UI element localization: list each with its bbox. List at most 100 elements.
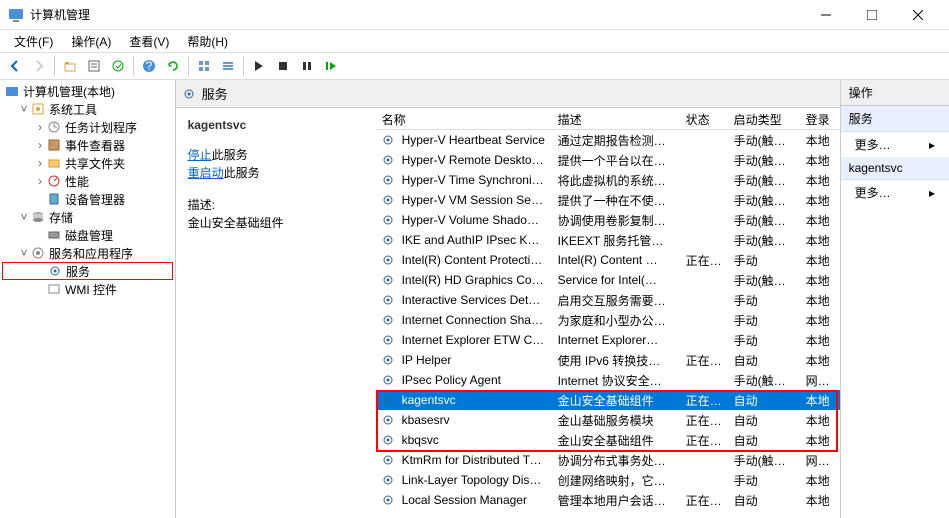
export-button[interactable] <box>107 55 129 77</box>
service-row[interactable]: kbqsvc金山安全基础组件正在…自动本地 <box>376 430 840 450</box>
menu-view[interactable]: 查看(V) <box>121 31 177 52</box>
service-row[interactable]: Hyper-V Heartbeat Service通过定期报告检测…手动(触发…… <box>376 130 840 150</box>
up-button[interactable] <box>59 55 81 77</box>
tree-storage[interactable]: ˅存储 <box>2 208 173 226</box>
service-row[interactable]: Link-Layer Topology Disc…创建网络映射，它…手动本地 <box>376 470 840 490</box>
cell-desc: 协调分布式事务处… <box>552 452 680 469</box>
cell-desc: 协调使用卷影复制… <box>552 212 680 229</box>
cell-logon: 本地 <box>800 412 840 429</box>
stop-service-link[interactable]: 停止 <box>188 148 212 162</box>
back-button[interactable] <box>4 55 26 77</box>
gear-icon <box>380 392 396 408</box>
properties-button[interactable] <box>83 55 105 77</box>
cell-desc: 启用交互服务需要… <box>552 292 680 309</box>
cell-name: Intel(R) HD Graphics Con… <box>396 273 552 287</box>
tree-systools[interactable]: ˅系统工具 <box>2 100 173 118</box>
view1-button[interactable] <box>193 55 215 77</box>
service-row[interactable]: Hyper-V Volume Shadow…协调使用卷影复制…手动(触发…本地 <box>376 210 840 230</box>
service-row[interactable]: Intel(R) Content Protectio…Intel(R) Cont… <box>376 250 840 270</box>
tree-devmgr[interactable]: 设备管理器 <box>2 190 173 208</box>
tree-tasksched[interactable]: ›任务计划程序 <box>2 118 173 136</box>
cell-logon: 本地 <box>800 212 840 229</box>
window-title: 计算机管理 <box>30 6 803 23</box>
cell-logon: 本地 <box>800 472 840 489</box>
service-row[interactable]: KtmRm for Distributed Tr…协调分布式事务处…手动(触发…… <box>376 450 840 470</box>
cell-startup: 自动 <box>728 492 800 509</box>
cell-name: IPsec Policy Agent <box>396 373 552 387</box>
tree-root[interactable]: 计算机管理(本地) <box>2 82 173 100</box>
col-status[interactable]: 状态 <box>680 108 728 129</box>
cell-startup: 手动 <box>728 252 800 269</box>
tree-services[interactable]: 服务 <box>2 262 173 280</box>
service-row[interactable]: Hyper-V Time Synchroniz…将此虚拟机的系统…手动(触发…本… <box>376 170 840 190</box>
actions-more-1[interactable]: 更多…▸ <box>841 132 949 157</box>
forward-button[interactable] <box>28 55 50 77</box>
tree-diskmgmt[interactable]: 磁盘管理 <box>2 226 173 244</box>
service-row[interactable]: Local Session Manager管理本地用户会话…正在…自动本地 <box>376 490 840 510</box>
restart-button[interactable] <box>320 55 342 77</box>
service-row[interactable]: Internet Connection Shari…为家庭和小型办公…手动本地 <box>376 310 840 330</box>
service-row[interactable]: IP Helper使用 IPv6 转换技…正在…自动本地 <box>376 350 840 370</box>
col-desc[interactable]: 描述 <box>552 108 680 129</box>
navigation-tree[interactable]: 计算机管理(本地) ˅系统工具 ›任务计划程序 ›事件查看器 ›共享文件夹 ›性… <box>0 80 176 518</box>
cell-name: Interactive Services Dete… <box>396 293 552 307</box>
help-button[interactable]: ? <box>138 55 160 77</box>
refresh-button[interactable] <box>162 55 184 77</box>
col-startup[interactable]: 启动类型 <box>728 108 800 129</box>
toolbar: ? <box>0 52 949 80</box>
actions-section-selected[interactable]: kagentsvc <box>841 157 949 180</box>
gear-icon <box>182 87 196 101</box>
service-row[interactable]: Intel(R) HD Graphics Con…Service for Int… <box>376 270 840 290</box>
service-row[interactable]: Hyper-V VM Session Ser…提供了一种在不使…手动(触发…本地 <box>376 190 840 210</box>
cell-name: IP Helper <box>396 353 552 367</box>
menu-help[interactable]: 帮助(H) <box>179 31 236 52</box>
service-row[interactable]: Interactive Services Dete…启用交互服务需要…手动本地 <box>376 290 840 310</box>
service-row[interactable]: kbasesrv金山基础服务模块正在…自动本地 <box>376 410 840 430</box>
cell-desc: 提供一个平台以在… <box>552 152 680 169</box>
center-title: 服务 <box>202 84 228 103</box>
app-icon <box>8 7 24 23</box>
cell-logon: 本地 <box>800 272 840 289</box>
tree-svcapps[interactable]: ˅服务和应用程序 <box>2 244 173 262</box>
cell-startup: 自动 <box>728 352 800 369</box>
restart-service-link[interactable]: 重启动 <box>188 166 224 180</box>
service-row[interactable]: IPsec Policy AgentInternet 协议安全…手动(触发…网络… <box>376 370 840 390</box>
cell-status: 正在… <box>680 352 728 369</box>
minimize-button[interactable] <box>803 0 849 30</box>
service-row[interactable]: Internet Explorer ETW C…Internet Explore… <box>376 330 840 350</box>
menu-action[interactable]: 操作(A) <box>63 31 119 52</box>
cell-startup: 自动 <box>728 412 800 429</box>
cell-startup: 手动 <box>728 292 800 309</box>
tree-shared[interactable]: ›共享文件夹 <box>2 154 173 172</box>
pause-button[interactable] <box>296 55 318 77</box>
titlebar: 计算机管理 <box>0 0 949 30</box>
cell-name: Hyper-V VM Session Ser… <box>396 193 552 207</box>
play-button[interactable] <box>248 55 270 77</box>
actions-section-services[interactable]: 服务 <box>841 106 949 132</box>
col-name[interactable]: 名称 <box>376 108 552 129</box>
gear-icon <box>380 192 396 208</box>
cell-startup: 手动(触发… <box>728 152 800 169</box>
service-row[interactable]: kagentsvc金山安全基础组件正在…自动本地 <box>376 390 840 410</box>
cell-startup: 手动(触发… <box>728 212 800 229</box>
service-row[interactable]: Hyper-V Remote Deskto…提供一个平台以在…手动(触发…本地 <box>376 150 840 170</box>
tree-eventvwr[interactable]: ›事件查看器 <box>2 136 173 154</box>
desc-label: 描述: <box>188 198 215 212</box>
cell-name: IKE and AuthIP IPsec Key… <box>396 233 552 247</box>
stop-button[interactable] <box>272 55 294 77</box>
cell-status: 正在… <box>680 252 728 269</box>
close-button[interactable] <box>895 0 941 30</box>
col-logon[interactable]: 登录 <box>800 108 840 129</box>
tree-wmi[interactable]: WMI 控件 <box>2 280 173 298</box>
tree-perf[interactable]: ›性能 <box>2 172 173 190</box>
view2-button[interactable] <box>217 55 239 77</box>
services-list[interactable]: 名称 描述 状态 启动类型 登录 Hyper-V Heartbeat Servi… <box>376 108 840 518</box>
service-row[interactable]: IKE and AuthIP IPsec Key…IKEEXT 服务托管…手动(… <box>376 230 840 250</box>
menu-file[interactable]: 文件(F) <box>6 31 61 52</box>
gear-icon <box>380 132 396 148</box>
gear-icon <box>380 332 396 348</box>
actions-more-2[interactable]: 更多…▸ <box>841 180 949 205</box>
gear-icon <box>380 412 396 428</box>
maximize-button[interactable] <box>849 0 895 30</box>
cell-desc: 创建网络映射，它… <box>552 472 680 489</box>
